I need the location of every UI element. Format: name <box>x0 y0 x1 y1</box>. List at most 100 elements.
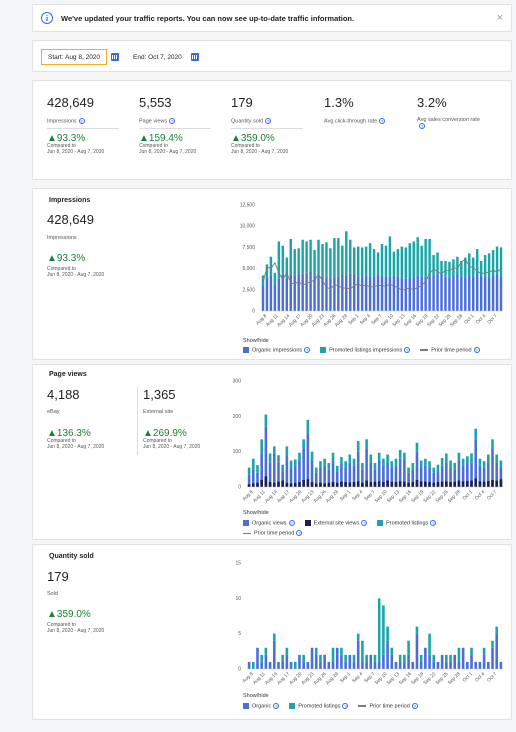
help-icon[interactable]: ? <box>265 118 272 124</box>
help-icon[interactable]: ? <box>379 118 386 124</box>
bar-organic-impressions <box>436 274 439 311</box>
bar-organic-impressions <box>313 275 316 311</box>
bar-external-site-views <box>340 481 343 487</box>
end-date-field[interactable]: End: Oct 7, 2020 <box>127 49 188 65</box>
y-tick-label: 2,500 <box>242 287 255 293</box>
bar-organic-impressions <box>285 277 289 311</box>
bar-external-site-views <box>470 480 473 487</box>
page-views-section: Page views 4,188 eBay ▲136.3% Compared t… <box>32 364 512 540</box>
bar-promoted-listings <box>285 446 289 456</box>
page-views-legend: Organic views? External site views? Prom… <box>243 520 503 537</box>
bar-promoted-listings <box>264 414 268 427</box>
bar-promoted-listings <box>495 454 499 463</box>
legend-prior[interactable]: Prior time period? <box>243 530 303 537</box>
bar-promoted-listings <box>377 452 381 461</box>
bar-promoted-listings <box>369 454 373 463</box>
bar-organic <box>268 661 272 669</box>
calendar-icon[interactable] <box>111 53 119 61</box>
bar-promoted-listings <box>432 467 436 473</box>
kpi-ctr[interactable]: 1.3% Avg click-through rate? <box>324 95 404 124</box>
bar-promoted-listings <box>390 647 394 655</box>
bar-external-site-views <box>419 481 423 487</box>
bar-promoted-listings-impressions <box>420 245 423 277</box>
legend-prior[interactable]: Prior time period? <box>420 347 480 353</box>
kpi-quantity-sold[interactable]: 179 Quantity sold? ▲359.0% Compared to J… <box>231 95 311 155</box>
bar-organic <box>352 661 356 669</box>
x-tick-label: Oct 1 <box>463 313 476 326</box>
bar-external-site-views <box>424 481 427 487</box>
bar-promoted-listings <box>281 464 284 472</box>
y-tick-label: 0 <box>238 485 241 491</box>
bar-promoted-listings <box>251 661 255 669</box>
help-icon[interactable]: ? <box>419 123 425 129</box>
bar-promoted-listings-impressions <box>372 249 376 278</box>
legend-external[interactable]: External site views? <box>304 520 368 526</box>
bar-organic-impressions <box>273 285 277 311</box>
bar-organic <box>457 661 461 669</box>
bar-external-site-views <box>466 480 469 487</box>
kpi-page-views[interactable]: 5,553 Page views? ▲159.4% Compared to Ju… <box>139 95 219 155</box>
bar-organic-impressions <box>392 275 396 311</box>
bar-organic-impressions <box>265 277 269 311</box>
help-icon[interactable]: ? <box>169 118 176 124</box>
bar-promoted-listings <box>323 458 326 466</box>
bar-external-site-views <box>394 482 398 487</box>
bar-external-site-views <box>256 482 259 487</box>
show-hide-label[interactable]: Show/hide <box>243 338 269 344</box>
kpi-label: Avg click-through rate <box>324 118 378 125</box>
bar-promoted-listings-impressions <box>495 246 499 275</box>
banner-text: We've updated your traffic reports. You … <box>61 13 355 23</box>
bar-organic-impressions <box>448 277 451 311</box>
help-icon: ? <box>342 703 349 709</box>
bar-promoted-listings <box>272 633 276 641</box>
bar-organic-impressions <box>388 277 392 311</box>
bar-organic <box>424 647 427 669</box>
bar-promoted-listings-impressions <box>448 261 451 278</box>
bar-organic-impressions <box>372 277 376 311</box>
help-icon[interactable]: ? <box>78 118 85 124</box>
bar-organic <box>361 661 364 669</box>
bar-promoted-listings-impressions <box>293 249 296 276</box>
y-tick-label: 10,000 <box>240 224 256 230</box>
bar-promoted-listings-impressions <box>352 247 356 275</box>
show-hide-label[interactable]: Show/hide <box>243 693 269 699</box>
legend-organic[interactable]: Organic views? <box>243 520 295 526</box>
bar-promoted-listings-impressions <box>368 243 372 277</box>
bar-external-site-views <box>247 484 251 487</box>
bar-organic-impressions <box>495 274 499 311</box>
legend-promoted[interactable]: Promoted listings impressions? <box>320 347 411 353</box>
bar-organic <box>247 661 251 669</box>
kpi-conversion[interactable]: 3.2% Avg sales conversion rate? <box>417 95 497 129</box>
show-hide-label[interactable]: Show/hide <box>243 510 269 516</box>
x-tick-label: Oct 7 <box>486 313 499 326</box>
kpi-impressions[interactable]: 428,649 Impressions? ▲93.3% Compared to … <box>47 95 127 155</box>
quantity-sold-chart: 151050Aug 8Aug 11Aug 14Aug 17Aug 20Aug 2… <box>235 561 503 686</box>
start-date-field[interactable]: Start: Aug 8, 2020 <box>41 49 108 65</box>
bar-promoted-listings <box>268 453 272 463</box>
bar-organic <box>365 661 368 669</box>
bar-organic <box>487 661 490 669</box>
bar-organic-impressions <box>452 275 455 311</box>
help-icon: ? <box>361 520 368 526</box>
bar-external-site-views <box>407 482 410 487</box>
bar-promoted-listings <box>373 654 377 662</box>
calendar-icon[interactable] <box>191 53 199 61</box>
legend-promoted[interactable]: Promoted listings? <box>377 520 437 526</box>
bar-external-site-views <box>365 480 368 487</box>
bar-promoted-listings <box>344 461 347 468</box>
bar-external-site-views <box>491 479 494 487</box>
close-icon[interactable]: × <box>497 12 503 24</box>
bar-promoted-listings <box>331 647 335 662</box>
bar-promoted-listings <box>432 654 436 662</box>
legend-organic[interactable]: Organic impressions? <box>243 347 311 353</box>
bar-external-site-views <box>403 481 406 487</box>
bar-promoted-listings <box>403 452 406 461</box>
bar-organic-impressions <box>416 275 419 311</box>
legend-promoted[interactable]: Promoted listings? <box>289 703 349 709</box>
legend-organic[interactable]: Organic? <box>243 703 280 709</box>
help-icon: ? <box>304 347 311 353</box>
legend-prior[interactable]: Prior time period? <box>358 703 418 709</box>
bar-promoted-listings <box>491 640 494 648</box>
help-icon: ? <box>296 530 303 537</box>
bar-promoted-listings <box>293 459 297 466</box>
